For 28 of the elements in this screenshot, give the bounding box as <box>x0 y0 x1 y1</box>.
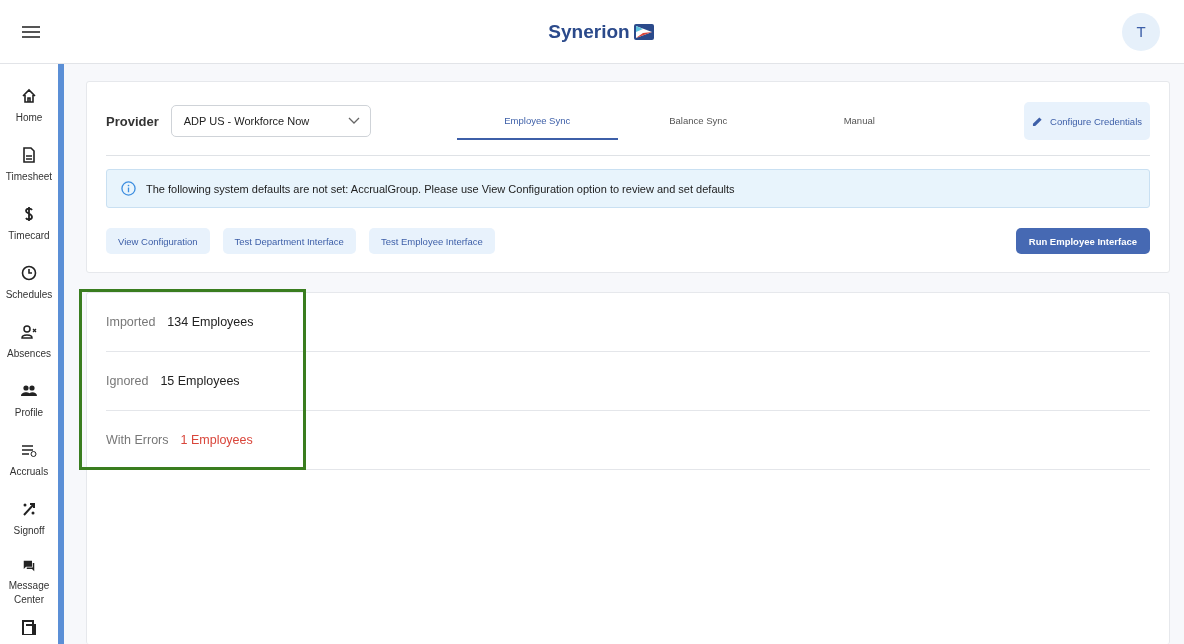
action-button[interactable]: Test Employee Interface <box>368 228 495 254</box>
stat-label: With Errors <box>106 433 169 447</box>
nav-label[interactable]: Signoff <box>4 524 54 538</box>
nav-label[interactable]: Accruals <box>4 465 54 479</box>
stat-value: 1 Employees <box>180 433 253 447</box>
tab[interactable]: Employee Sync <box>456 102 618 140</box>
configure-credentials-button[interactable]: Configure Credentials <box>1024 102 1150 140</box>
nav-label[interactable]: Timecard <box>4 229 54 243</box>
nav-label[interactable]: Message Center <box>4 579 54 607</box>
nav-label[interactable]: Home <box>4 111 54 125</box>
nav-label[interactable]: Profile <box>4 406 54 420</box>
provider-dropdown[interactable]: ADP US - Workforce Now <box>170 105 371 137</box>
logo-text: Synerion <box>548 20 630 43</box>
nav-label[interactable]: Schedules <box>4 288 54 302</box>
stat-label: Imported <box>106 315 156 329</box>
stat-label: Ignored <box>106 374 149 388</box>
action-button[interactable]: View Configuration <box>106 228 210 254</box>
nav-label[interactable]: Absences <box>4 347 54 361</box>
alert-message: The following system defaults are not set: AccrualGroup. Please use View Configuration option to review and set defaults <box>146 182 735 195</box>
tab[interactable]: Manual <box>778 102 940 140</box>
stat-value: 134 Employees <box>167 315 254 329</box>
run-employee-interface-button[interactable]: Run Employee Interface <box>1015 228 1150 254</box>
nav-label[interactable]: Timesheet <box>4 170 54 184</box>
stat-value: 15 Employees <box>160 374 240 388</box>
user-avatar[interactable]: T <box>1122 12 1160 51</box>
tab[interactable]: Balance Sync <box>617 102 779 140</box>
provider-label: Provider <box>106 113 159 129</box>
action-button[interactable]: Test Department Interface <box>222 228 356 254</box>
